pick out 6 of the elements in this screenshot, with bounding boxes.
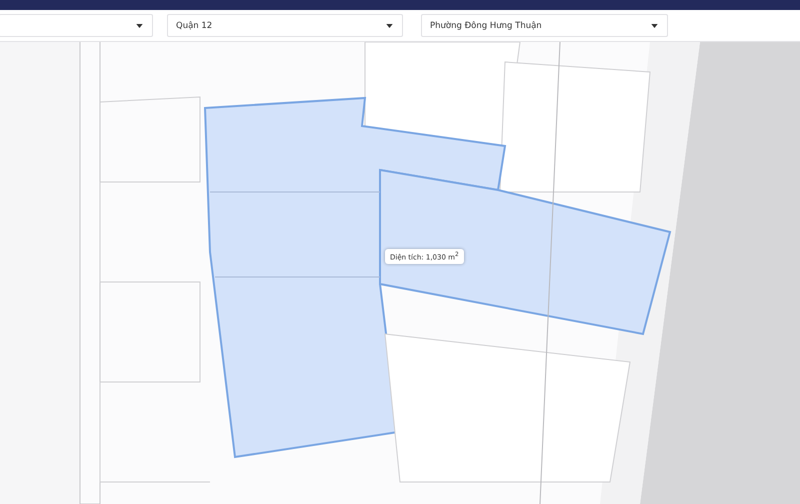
caret-icon [651,24,658,28]
caret-icon [386,24,393,28]
dropdown[interactable] [0,14,153,37]
dropdown[interactable]: Quận 12 [167,14,403,37]
dropdown[interactable]: Phường Đông Hưng Thuận [421,14,668,37]
caret-icon [136,24,143,28]
